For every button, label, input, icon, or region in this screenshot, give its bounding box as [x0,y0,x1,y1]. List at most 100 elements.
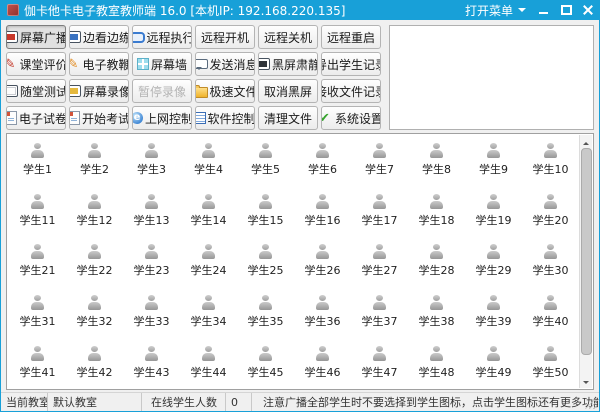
student-item[interactable]: 学生38 [408,287,465,338]
send-message-button[interactable]: 发送消息 [195,52,255,76]
student-item[interactable]: 学生27 [351,236,408,287]
student-item[interactable]: 学生30 [522,236,579,287]
remote-restart-button[interactable]: 远程重启 [321,25,381,49]
scrollbar-thumb[interactable] [581,148,592,355]
student-label: 学生4 [194,163,223,177]
student-item[interactable]: 学生36 [294,287,351,338]
student-label: 学生43 [133,365,170,379]
internet-control-button[interactable]: 上网控制 [132,106,192,130]
student-item[interactable]: 学生23 [123,236,180,287]
student-item[interactable]: 学生7 [351,135,408,186]
student-item[interactable]: 学生26 [294,236,351,287]
scroll-down-icon[interactable] [580,376,592,388]
student-item[interactable]: 学生1 [9,135,66,186]
student-icon [486,345,502,361]
student-item[interactable]: 学生33 [123,287,180,338]
student-item[interactable]: 学生13 [123,186,180,237]
cancel-black-screen-button[interactable]: 取消黑屏 [258,79,318,103]
receive-file-records-button[interactable]: 接收文件记录 [321,79,381,103]
student-item[interactable]: 学生5 [237,135,294,186]
maximize-icon[interactable] [556,2,575,18]
student-item[interactable]: 学生6 [294,135,351,186]
student-item[interactable]: 学生40 [522,287,579,338]
student-item[interactable]: 学生37 [351,287,408,338]
student-label: 学生33 [133,315,170,329]
student-item[interactable]: 学生21 [9,236,66,287]
student-item[interactable]: 学生3 [123,135,180,186]
student-item[interactable]: 学生31 [9,287,66,338]
student-item[interactable]: 学生46 [294,337,351,388]
remote-shutdown-button[interactable]: 远程关机 [258,25,318,49]
student-icon [315,244,331,260]
student-item[interactable]: 学生45 [237,337,294,388]
class-evaluation-button[interactable]: 课堂评价 [6,52,66,76]
clean-files-button[interactable]: 清理文件 [258,106,318,130]
student-item[interactable]: 学生10 [522,135,579,186]
student-item[interactable]: 学生42 [66,337,123,388]
electronic-pointer-button[interactable]: 电子教鞭 [69,52,129,76]
in-class-quiz-button[interactable]: 随堂测试 [6,79,66,103]
student-item[interactable]: 学生12 [66,186,123,237]
fast-file-transfer-button[interactable]: 极速文件 [195,79,255,103]
black-screen-silence-button[interactable]: 黑屏肃静 [258,52,318,76]
student-item[interactable]: 学生49 [465,337,522,388]
student-item[interactable]: 学生34 [180,287,237,338]
student-item[interactable]: 学生28 [408,236,465,287]
system-settings-button[interactable]: 系统设置 [321,106,381,130]
student-item[interactable]: 学生50 [522,337,579,388]
student-icon [87,345,103,361]
student-item[interactable]: 学生4 [180,135,237,186]
student-label: 学生45 [247,365,284,379]
button-label: 屏幕录像 [83,84,129,99]
student-item[interactable]: 学生11 [9,186,66,237]
student-label: 学生31 [19,315,56,329]
screen-recording-button[interactable]: 屏幕录像 [69,79,129,103]
student-item[interactable]: 学生20 [522,186,579,237]
student-item[interactable]: 学生32 [66,287,123,338]
student-item[interactable]: 学生14 [180,186,237,237]
student-item[interactable]: 学生17 [351,186,408,237]
student-icon [87,244,103,260]
student-icon [372,345,388,361]
student-item[interactable]: 学生2 [66,135,123,186]
student-item[interactable]: 学生15 [237,186,294,237]
student-item[interactable]: 学生9 [465,135,522,186]
app-table-icon [196,112,206,124]
student-item[interactable]: 学生8 [408,135,465,186]
software-control-button[interactable]: 软件控制 [195,106,255,130]
student-item[interactable]: 学生43 [123,337,180,388]
student-item[interactable]: 学生47 [351,337,408,388]
watch-and-practice-button[interactable]: 边看边练 [69,25,129,49]
student-item[interactable]: 学生41 [9,337,66,388]
remote-execute-button[interactable]: 远程执行 [132,25,192,49]
student-item[interactable]: 学生19 [465,186,522,237]
student-item[interactable]: 学生44 [180,337,237,388]
student-item[interactable]: 学生18 [408,186,465,237]
button-label: 接收文件记录 [322,84,380,99]
student-label: 学生27 [361,264,398,278]
minimize-icon[interactable] [534,2,553,18]
screen-broadcast-button[interactable]: 屏幕广播 [6,25,66,49]
student-icon [486,295,502,311]
student-item[interactable]: 学生24 [180,236,237,287]
student-item[interactable]: 学生29 [465,236,522,287]
close-icon[interactable] [578,2,597,18]
student-item[interactable]: 学生16 [294,186,351,237]
open-menu-button[interactable]: 打开菜单 [457,0,534,20]
student-item[interactable]: 学生25 [237,236,294,287]
student-item[interactable]: 学生39 [465,287,522,338]
student-icon [258,244,274,260]
student-item[interactable]: 学生22 [66,236,123,287]
student-item[interactable]: 学生48 [408,337,465,388]
start-exam-button[interactable]: 开始考试 [69,106,129,130]
export-student-records-button[interactable]: 导出学生记录 [321,52,381,76]
doc-start-icon [70,111,80,125]
remote-poweron-button[interactable]: 远程开机 [195,25,255,49]
student-item[interactable]: 学生35 [237,287,294,338]
electronic-test-paper-button[interactable]: 电子试卷 [6,106,66,130]
scroll-up-icon[interactable] [580,135,592,147]
student-label: 学生36 [304,315,341,329]
vertical-scrollbar[interactable] [579,135,592,388]
screen-wall-button[interactable]: 屏幕墙 [132,52,192,76]
button-label: 电子试卷 [19,111,66,126]
